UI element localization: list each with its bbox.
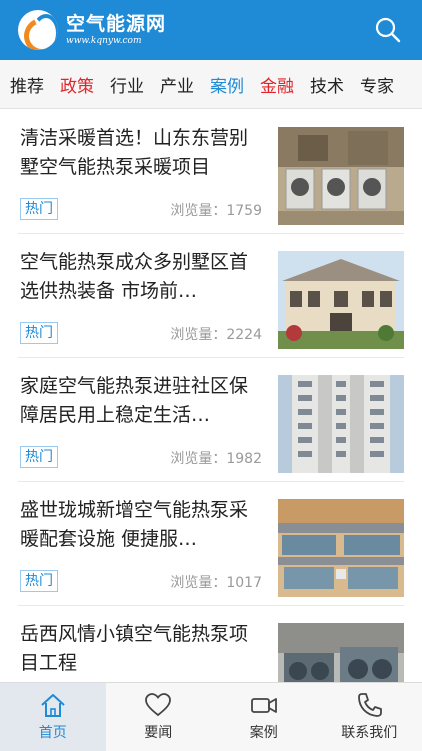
view-count: 浏览量：1982 [170,448,262,468]
nav-headlines[interactable]: 要闻 [106,683,212,751]
article-thumbnail[interactable] [278,499,404,597]
logo-text: 空气能源网 www.kqnyw.com [66,15,166,46]
article-thumbnail[interactable] [278,375,404,473]
nav-home-label: 首页 [39,722,67,742]
logo-url: www.kqnyw.com [66,37,166,46]
tab-technology[interactable]: 技术 [302,72,352,97]
article-thumbnail[interactable] [278,127,404,225]
tab-policy[interactable]: 政策 [52,72,102,97]
article-title[interactable]: 空气能热泵成众多别墅区首选供热装备 市场前… [20,248,256,306]
phone-icon [355,692,383,718]
category-tabs: 推荐 政策 行业 产业 案例 金融 技术 专家 [0,60,422,109]
hot-badge: 热门 [20,322,58,344]
view-count: 浏览量：2224 [170,324,262,344]
article-list: 清洁采暖首选！山东东营别墅空气能热泵采暖项目 热门 浏览量：1759 空气能热泵… [0,110,422,729]
logo-icon[interactable] [18,10,58,50]
hot-badge: 热门 [20,446,58,468]
tab-sector[interactable]: 产业 [152,72,202,97]
article-thumbnail[interactable] [278,251,404,349]
search-button[interactable] [374,16,402,44]
search-icon [374,16,402,44]
nav-contact-label: 联系我们 [341,722,397,742]
list-item[interactable]: 清洁采暖首选！山东东营别墅空气能热泵采暖项目 热门 浏览量：1759 [18,110,404,234]
home-icon [39,692,67,718]
nav-contact[interactable]: 联系我们 [317,683,422,751]
article-title[interactable]: 盛世珑城新增空气能热泵采暖配套设施 便捷服… [20,496,256,554]
hot-badge: 热门 [20,570,58,592]
tab-finance[interactable]: 金融 [252,72,302,97]
nav-home[interactable]: 首页 [0,683,106,751]
article-title[interactable]: 清洁采暖首选！山东东营别墅空气能热泵采暖项目 [20,124,256,182]
heart-icon [144,692,172,718]
nav-cases-label: 案例 [250,722,278,742]
article-title[interactable]: 家庭空气能热泵进驻社区保障居民用上稳定生活… [20,372,256,430]
app-header: 空气能源网 www.kqnyw.com [0,0,422,60]
nav-cases[interactable]: 案例 [211,683,317,751]
list-item[interactable]: 空气能热泵成众多别墅区首选供热装备 市场前… 热门 浏览量：2224 [18,234,404,358]
view-count: 浏览量：1017 [170,572,262,592]
list-item[interactable]: 盛世珑城新增空气能热泵采暖配套设施 便捷服… 热门 浏览量：1017 [18,482,404,606]
hot-badge: 热门 [20,198,58,220]
logo-title: 空气能源网 [66,15,166,34]
video-camera-icon [250,692,278,718]
bottom-nav: 首页 要闻 案例 联系我们 [0,682,422,751]
tab-recommend[interactable]: 推荐 [0,72,52,97]
nav-headlines-label: 要闻 [144,722,172,742]
tab-cases[interactable]: 案例 [202,72,252,97]
tab-experts[interactable]: 专家 [352,72,402,97]
tab-industry[interactable]: 行业 [102,72,152,97]
article-title[interactable]: 岳西风情小镇空气能热泵项目工程 [20,620,256,678]
list-item[interactable]: 家庭空气能热泵进驻社区保障居民用上稳定生活… 热门 浏览量：1982 [18,358,404,482]
view-count: 浏览量：1759 [170,200,262,220]
